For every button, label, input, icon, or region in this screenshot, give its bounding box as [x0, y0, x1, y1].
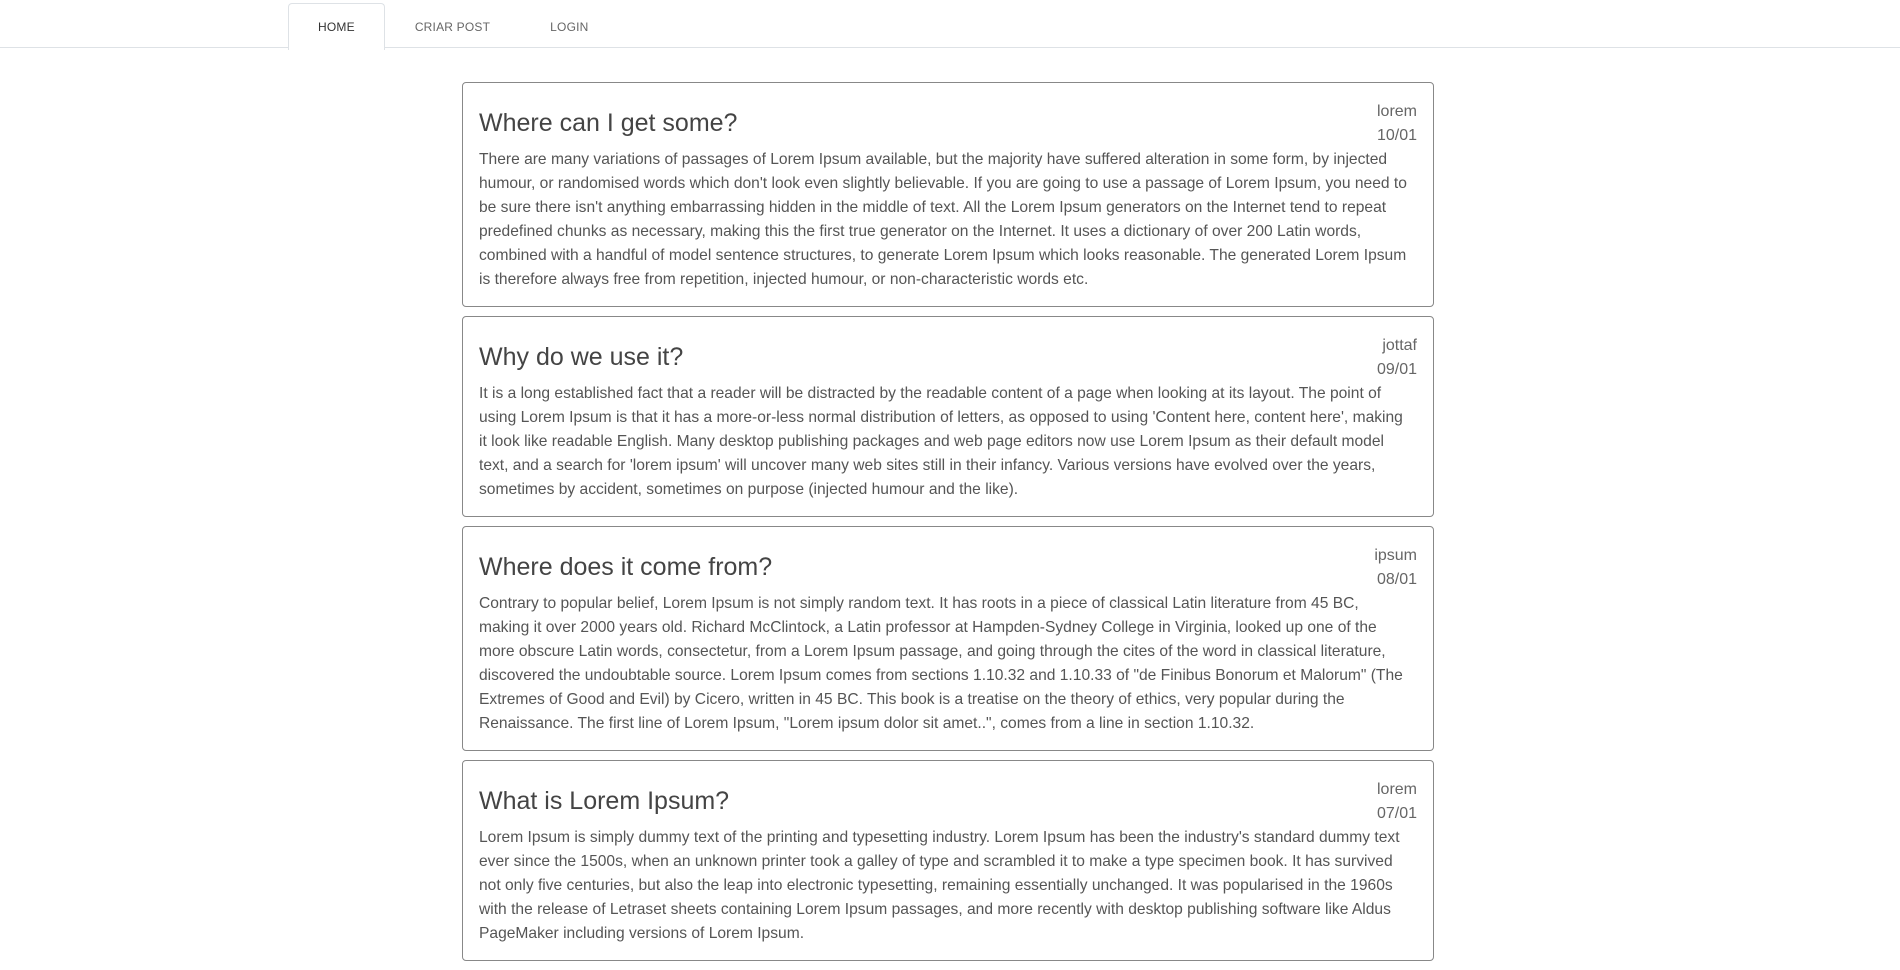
post-meta: jottaf 09/01 — [1377, 334, 1417, 382]
tab-criar-post[interactable]: CRIAR POST — [385, 3, 520, 49]
top-navigation: HOME CRIAR POST LOGIN — [0, 0, 1900, 50]
post-author: jottaf — [1382, 337, 1417, 354]
post-meta: lorem 10/01 — [1377, 100, 1417, 148]
nav-tabs: HOME CRIAR POST LOGIN — [288, 3, 619, 50]
post-card: lorem 07/01 What is Lorem Ipsum? Lorem I… — [462, 760, 1434, 961]
post-meta: lorem 07/01 — [1377, 778, 1417, 826]
post-body: There are many variations of passages of… — [479, 151, 1407, 288]
post-author: lorem — [1376, 781, 1417, 798]
post-title: What is Lorem Ipsum? — [479, 787, 730, 815]
tab-login[interactable]: LOGIN — [520, 3, 618, 49]
post-date: 08/01 — [1376, 571, 1417, 588]
post-title: Where does it come from? — [479, 553, 773, 581]
post-meta: ipsum 08/01 — [1374, 544, 1417, 592]
post-card: ipsum 08/01 Where does it come from? Con… — [462, 526, 1434, 751]
post-date: 09/01 — [1376, 361, 1417, 378]
post-body: Contrary to popular belief, Lorem Ipsum … — [479, 595, 1403, 732]
post-feed: lorem 10/01 Where can I get some? There … — [462, 82, 1434, 970]
post-title: Why do we use it? — [479, 343, 684, 371]
post-card: lorem 10/01 Where can I get some? There … — [462, 82, 1434, 307]
post-card: jottaf 09/01 Why do we use it? It is a l… — [462, 316, 1434, 517]
post-title: Where can I get some? — [479, 109, 738, 137]
post-author: lorem — [1376, 103, 1417, 120]
post-author: ipsum — [1374, 547, 1417, 564]
tab-home[interactable]: HOME — [288, 3, 385, 50]
post-body: Lorem Ipsum is simply dummy text of the … — [479, 829, 1400, 942]
post-body: It is a long established fact that a rea… — [479, 385, 1403, 498]
post-date: 07/01 — [1376, 805, 1417, 822]
post-date: 10/01 — [1376, 127, 1417, 144]
